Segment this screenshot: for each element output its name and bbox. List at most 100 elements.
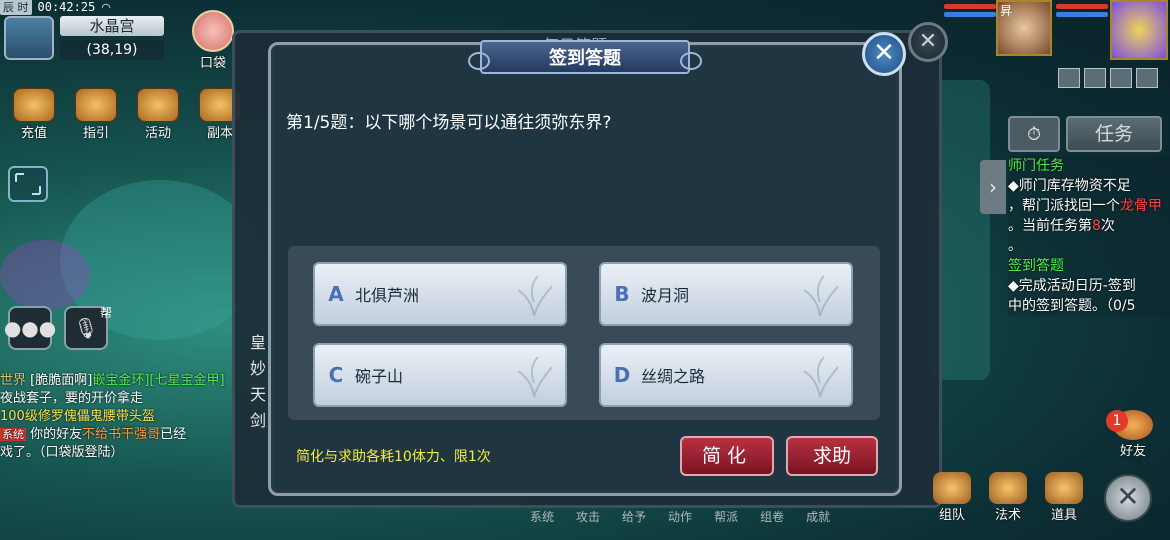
minimap[interactable]: 水晶宫 (38,19) — [4, 14, 166, 62]
option-c-button[interactable]: C 碗子山 — [313, 343, 567, 407]
chat-text: 你的好友 — [30, 427, 83, 442]
task-line: ◆师门库存物资不足 — [1008, 178, 1131, 194]
treasure-chest-icon — [13, 88, 55, 122]
chat-line: 世界 [脆脆面啊]嵌宝金环][七星宝金甲] — [0, 372, 235, 390]
minimap-thumbnail[interactable] — [4, 16, 54, 60]
bottom-function-row: 系统 攻击 给予 动作 帮派 组卷 成就 — [530, 508, 830, 525]
items-button[interactable]: 道具 — [1042, 472, 1086, 523]
expand-view-button[interactable] — [8, 166, 48, 202]
close-icon: ✕ — [873, 38, 895, 68]
task-line: 。当前任务第8次 — [1008, 216, 1170, 236]
team-button[interactable]: 组队 — [930, 472, 974, 523]
bottom-menu-label: 组队 — [938, 508, 965, 523]
chat-bubble-button[interactable]: ●●● — [4, 306, 56, 350]
bottom-menu: 组队 法术 道具 — [930, 472, 1086, 523]
option-letter: C — [328, 363, 344, 387]
option-a-button[interactable]: A 北俱芦洲 — [313, 262, 567, 326]
chat-sender[interactable]: [脆脆面啊] — [30, 373, 92, 388]
chevron-right-icon: › — [989, 175, 997, 199]
pocket-label: 口袋 — [199, 56, 226, 71]
background-close-button[interactable]: ✕ — [908, 22, 948, 62]
task-text: ，帮门派找回一个 — [1008, 198, 1120, 214]
chat-text: 夜战套子，要的开价拿走 — [0, 391, 144, 406]
bottom-menu-label: 道具 — [1050, 508, 1077, 523]
map-name: 水晶宫 — [60, 16, 164, 36]
ask-help-button[interactable]: 求助 — [786, 436, 878, 476]
menu-recharge-button[interactable]: 充值 — [8, 88, 60, 141]
buff-icon[interactable] — [1110, 68, 1132, 88]
bottom-menu-label: 法术 — [994, 508, 1021, 523]
task-item-link[interactable]: 龙骨甲 — [1120, 198, 1162, 214]
expand-arrows-icon — [15, 173, 41, 195]
pocket-button[interactable]: 口袋 — [190, 10, 236, 76]
modal-title: 签到答题 — [468, 40, 702, 74]
simplify-button[interactable]: 简化 — [680, 436, 774, 476]
option-d-button[interactable]: D 丝绸之路 — [599, 343, 853, 407]
bottom-row-item[interactable]: 攻击 — [576, 508, 600, 525]
player-portrait[interactable] — [1110, 0, 1168, 60]
buff-icon[interactable] — [1084, 68, 1106, 88]
task-collapse-button[interactable]: › — [980, 160, 1006, 214]
player-hp-bar — [1056, 4, 1108, 9]
chat-panel[interactable]: 世界 [脆脆面啊]嵌宝金环][七星宝金甲] 夜战套子，要的开价拿走 100级修罗… — [0, 372, 235, 462]
chat-sender[interactable]: 不给书干强哥 — [82, 427, 160, 442]
item-chest-icon — [1045, 472, 1083, 504]
friends-button[interactable]: 1 好友 — [1106, 410, 1158, 459]
spell-button[interactable]: 法术 — [986, 472, 1030, 523]
time-period-label: 辰 时 — [0, 0, 32, 15]
task-count: 8 — [1092, 218, 1101, 234]
menu-label: 指引 — [82, 126, 109, 141]
task-title[interactable]: 师门任务 — [1008, 156, 1170, 176]
menu-guide-button[interactable]: 指引 — [70, 88, 122, 141]
chat-item-link[interactable]: 嵌宝金环][七星宝金甲] — [92, 373, 224, 388]
modal-close-button[interactable]: ✕ — [862, 32, 906, 76]
chat-text: 100级修罗傀儡鬼腰带头盔 — [0, 409, 155, 424]
microphone-icon: 🎙 — [73, 316, 99, 340]
option-letter: B — [614, 282, 630, 306]
task-list[interactable]: 师门任务 ◆师门库存物资不足 ，帮门派找回一个龙骨甲 。当前任务第8次 。 签到… — [1008, 156, 1170, 316]
chat-bubble-icon: ●●● — [3, 316, 57, 340]
chat-text: 已经 — [160, 427, 187, 442]
task-line: 。 — [1008, 238, 1022, 254]
task-tab[interactable]: 任务 — [1066, 116, 1162, 152]
close-menu-button[interactable]: ✕ — [1104, 474, 1152, 522]
task-header: ⏱ 任务 — [1008, 116, 1162, 152]
bottom-row-item[interactable]: 给予 — [622, 508, 646, 525]
bottom-row-item[interactable]: 系统 — [530, 508, 554, 525]
orchid-decor-icon — [803, 356, 839, 398]
gift-icon — [137, 88, 179, 122]
hp-bar — [944, 4, 996, 9]
notification-badge: 1 — [1106, 410, 1128, 432]
option-text: 碗子山 — [355, 367, 404, 386]
bottom-row-item[interactable]: 组卷 — [760, 508, 784, 525]
map-coordinates: (38,19) — [60, 40, 164, 60]
menu-label: 活动 — [144, 126, 171, 141]
orchid-decor-icon — [517, 356, 553, 398]
orchid-decor-icon — [517, 275, 553, 317]
task-title[interactable]: 签到答题 — [1008, 256, 1170, 276]
stopwatch-icon: ⏱ — [1026, 123, 1042, 145]
option-b-button[interactable]: B 波月洞 — [599, 262, 853, 326]
menu-activity-button[interactable]: 活动 — [132, 88, 184, 141]
spell-icon — [989, 472, 1027, 504]
option-text: 波月洞 — [641, 286, 690, 305]
voice-buttons: ●●● 🎙 — [4, 306, 108, 350]
scroll-icon — [75, 88, 117, 122]
mp-bar — [944, 12, 996, 17]
bottom-row-item[interactable]: 成就 — [806, 508, 830, 525]
status-bar: 辰 时 00:42:25 ◠ — [0, 0, 185, 15]
team-icon — [933, 472, 971, 504]
buff-icon[interactable] — [1136, 68, 1158, 88]
close-icon: ✕ — [1116, 480, 1140, 513]
task-line: ◆完成活动日历-签到 — [1008, 278, 1136, 294]
chat-text: 戏了。（口袋版登陆） — [0, 445, 124, 460]
buff-icon[interactable] — [1058, 68, 1080, 88]
menu-label: 充值 — [20, 126, 47, 141]
chat-line: 夜战套子，要的开价拿走 — [0, 390, 235, 408]
hint-text: 简化与求助各耗10体力、限1次 — [296, 449, 491, 465]
bottom-row-item[interactable]: 动作 — [668, 508, 692, 525]
timer-button[interactable]: ⏱ — [1008, 116, 1060, 152]
task-text: 次 — [1100, 218, 1115, 234]
option-letter: A — [328, 282, 344, 306]
bottom-row-item[interactable]: 帮派 — [714, 508, 738, 525]
